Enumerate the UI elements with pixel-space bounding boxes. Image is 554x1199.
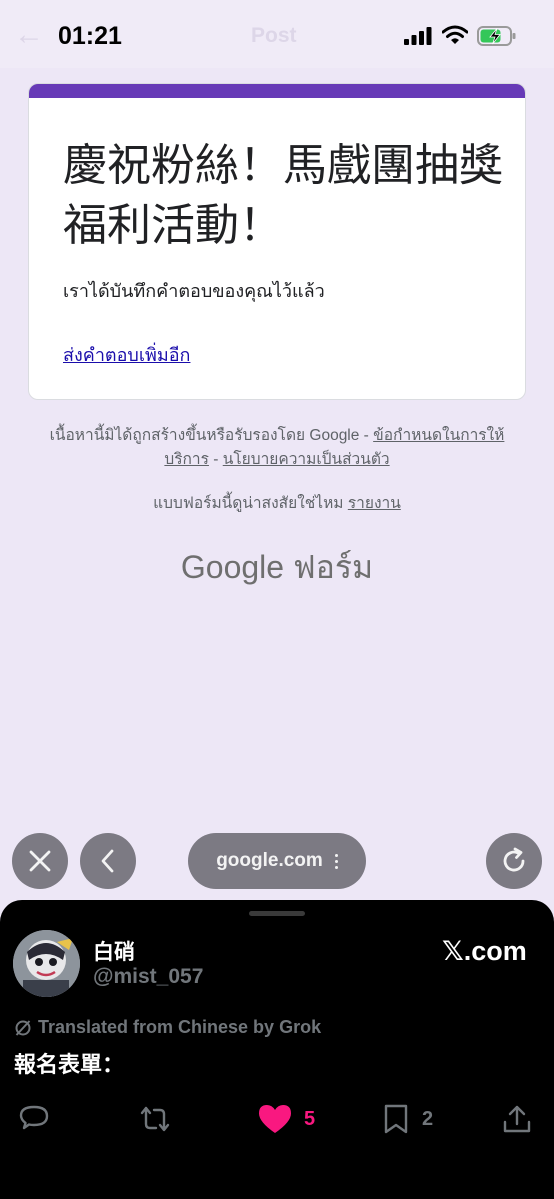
x-site-link[interactable]: 𝕏.com bbox=[442, 936, 527, 967]
reload-icon bbox=[503, 847, 525, 872]
bookmark-button[interactable]: 2 bbox=[382, 1104, 433, 1134]
repost-icon bbox=[140, 1106, 170, 1132]
user-handle[interactable]: @mist_057 bbox=[93, 965, 203, 989]
bookmark-count: 2 bbox=[422, 1107, 434, 1130]
like-button[interactable]: 5 bbox=[258, 1104, 315, 1134]
status-time: 01:21 bbox=[58, 22, 122, 50]
chevron-left-icon bbox=[101, 849, 114, 873]
like-count: 5 bbox=[304, 1107, 316, 1130]
avatar-illustration bbox=[13, 930, 80, 997]
share-icon bbox=[503, 1105, 531, 1133]
url-text: google.com bbox=[216, 850, 323, 871]
ghost-page-title: Post bbox=[251, 24, 297, 47]
translate-icon bbox=[15, 1019, 31, 1036]
bookmark-icon bbox=[384, 1104, 408, 1134]
more-options-icon[interactable] bbox=[334, 853, 338, 869]
close-browser-button[interactable] bbox=[12, 833, 68, 889]
reload-button[interactable] bbox=[486, 833, 542, 889]
signal-icon bbox=[404, 27, 432, 45]
form-title: 慶祝粉絲！馬戲團抽獎福利活動！ bbox=[63, 140, 503, 251]
ghost-back-arrow-icon: ← bbox=[14, 18, 44, 51]
privacy-policy-link[interactable]: นโยบายความเป็นส่วนตัว bbox=[223, 451, 390, 468]
report-link[interactable]: รายงาน bbox=[348, 495, 401, 512]
google-disclaimer: เนื้อหานี้มิได้ถูกสร้างขึ้นหรือรับรองโดย… bbox=[40, 424, 514, 472]
back-button[interactable] bbox=[80, 833, 136, 889]
report-line: แบบฟอร์มนี้ดูน่าสงสัยใช่ไหม รายงาน bbox=[40, 490, 514, 515]
submit-another-response-link[interactable]: ส่งคำตอบเพิ่มอีก bbox=[63, 340, 190, 369]
tweet-sheet: 白硝 @mist_057 𝕏.com Translated from Chine… bbox=[0, 900, 554, 1199]
battery-icon bbox=[477, 26, 516, 46]
heart-icon bbox=[259, 1105, 291, 1133]
logo-google-text: Google bbox=[180, 549, 285, 585]
share-button[interactable] bbox=[502, 1104, 532, 1134]
tweet-text: 報名表單： bbox=[14, 1053, 125, 1078]
translation-note-text: Translated from Chinese by Grok bbox=[38, 1017, 322, 1037]
close-icon bbox=[29, 850, 51, 872]
avatar[interactable] bbox=[13, 930, 80, 997]
repost-button[interactable] bbox=[138, 1104, 172, 1134]
report-question: แบบฟอร์มนี้ดูน่าสงสัยใช่ไหม bbox=[153, 495, 348, 512]
reply-icon bbox=[19, 1105, 49, 1130]
wifi-icon bbox=[442, 25, 468, 44]
url-bar[interactable]: google.com bbox=[188, 833, 366, 889]
disclaimer-text: เนื้อหานี้มิได้ถูกสร้างขึ้นหรือรับรองโดย… bbox=[49, 427, 374, 444]
form-response-card: 慶祝粉絲！馬戲團抽獎福利活動！ เราได้บันทึกคำตอบของคุณไ… bbox=[28, 83, 526, 400]
sheet-drag-handle[interactable] bbox=[249, 911, 305, 916]
disclaimer-separator: - bbox=[208, 451, 223, 468]
card-accent-bar bbox=[29, 84, 525, 98]
logo-forms-text: ฟอร์ม bbox=[292, 549, 374, 585]
reply-button[interactable] bbox=[18, 1104, 50, 1134]
translation-note[interactable]: Translated from Chinese by Grok bbox=[14, 1017, 321, 1038]
confirmation-message: เราได้บันทึกคำตอบของคุณไว้แล้ว bbox=[63, 281, 325, 301]
display-name[interactable]: 白硝 bbox=[93, 936, 135, 966]
google-forms-logo[interactable]: Google ฟอร์ม bbox=[0, 542, 554, 593]
status-bar: ← Post 01:21 bbox=[0, 0, 554, 68]
